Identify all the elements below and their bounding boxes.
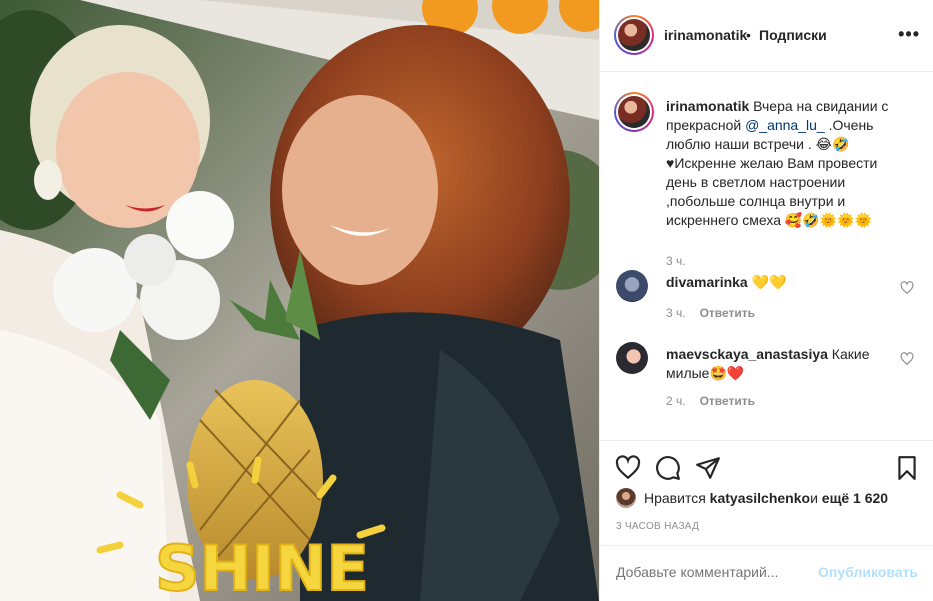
author-username[interactable]: irinamonatik	[664, 27, 747, 43]
reply-button[interactable]: Ответить	[700, 306, 755, 320]
shine-sticker: SHINE	[155, 532, 369, 601]
likes-count-link[interactable]: ещё 1 620	[822, 490, 888, 506]
likes-summary: Нравится katyasilchenko и ещё 1 620	[616, 488, 888, 508]
comment-text: 💛💛	[747, 274, 787, 290]
reply-button[interactable]: Ответить	[700, 394, 755, 408]
caption-text: irinamonatik Вчера на свидании с прекрас…	[666, 98, 889, 228]
like-comment-icon[interactable]	[900, 352, 914, 366]
post-side-panel: irinamonatik • Подписки ••• irinamonatik…	[599, 0, 933, 601]
comment-meta: 2 ч. Ответить	[666, 394, 756, 408]
comment-item: maevsckaya_anastasiya Какие милые🤩❤️ 2 ч…	[614, 342, 924, 408]
commenter-avatar[interactable]	[616, 270, 648, 302]
liker-username[interactable]: katyasilchenko	[710, 490, 810, 506]
add-comment-bar: Опубликовать	[600, 545, 933, 601]
add-comment-input[interactable]	[616, 564, 816, 580]
post-header: irinamonatik • Подписки •••	[600, 0, 933, 72]
more-options-icon[interactable]: •••	[898, 24, 920, 45]
post-actions: Нравится katyasilchenko и ещё 1 620 3 ЧА…	[600, 440, 933, 560]
comment-item: divamarinka 💛💛 3 ч. Ответить	[614, 270, 924, 330]
post-image: SHINE	[0, 0, 599, 601]
following-button[interactable]: Подписки	[759, 27, 827, 43]
comments-list[interactable]: irinamonatik Вчера на свидании с прекрас…	[600, 72, 933, 440]
like-comment-icon[interactable]	[900, 281, 914, 295]
post-timestamp[interactable]: 3 ЧАСОВ НАЗАД	[616, 521, 699, 532]
commenter-username[interactable]: divamarinka	[666, 274, 748, 290]
publish-button[interactable]: Опубликовать	[818, 564, 918, 580]
like-heart-icon[interactable]	[615, 455, 641, 481]
liker-avatar[interactable]	[616, 488, 636, 508]
comment-bubble-icon[interactable]	[655, 455, 681, 481]
commenter-username[interactable]: maevsckaya_anastasiya	[666, 346, 828, 362]
comment-meta: 3 ч. Ответить	[666, 306, 756, 320]
caption-time: 3 ч.	[666, 254, 686, 268]
separator-dot: •	[746, 27, 751, 43]
post-photo[interactable]: SHINE	[0, 0, 599, 601]
commenter-avatar[interactable]	[616, 342, 648, 374]
share-send-icon[interactable]	[695, 455, 721, 481]
caption-username[interactable]: irinamonatik	[666, 98, 749, 114]
caption-mention-link[interactable]: @_anna_lu_	[745, 117, 825, 133]
save-bookmark-icon[interactable]	[894, 455, 920, 481]
caption-avatar[interactable]	[614, 92, 654, 132]
author-avatar[interactable]	[614, 15, 654, 55]
